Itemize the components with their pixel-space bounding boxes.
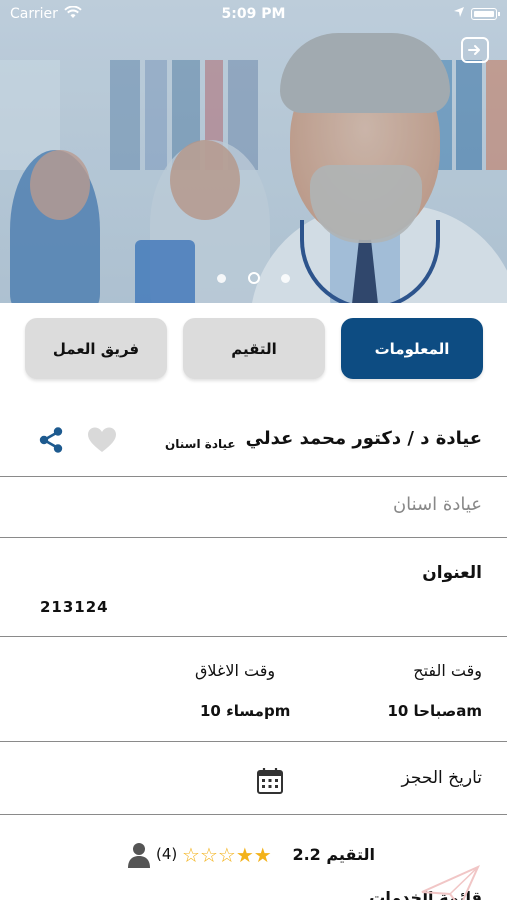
share-icon[interactable] — [38, 426, 64, 458]
rating-stars: ★ ★ ☆ ☆ ☆ — [182, 844, 272, 866]
star-filled-icon: ★ — [235, 843, 254, 867]
tab-team[interactable]: فريق العمل — [25, 318, 167, 379]
carousel-dot-3[interactable] — [281, 274, 290, 283]
star-filled-icon: ★ — [253, 843, 272, 867]
section-tabs: المعلومات التقيم فريق العمل — [25, 318, 483, 380]
star-empty-icon: ☆ — [182, 843, 200, 867]
calendar-icon[interactable] — [256, 767, 284, 799]
arrow-right-icon — [468, 45, 480, 55]
clinic-title: عيادة د / دكتور محمد عدلي — [245, 428, 482, 449]
hero-image-carousel[interactable] — [0, 0, 507, 303]
carousel-dot-2[interactable] — [248, 272, 260, 284]
opening-time-label: وقت الفتح — [413, 661, 482, 680]
divider — [0, 814, 507, 815]
divider — [0, 741, 507, 742]
rating-count: (4) — [156, 845, 178, 863]
closing-time-label: وقت الاغلاق — [195, 661, 276, 680]
opening-time-value: صباحا 10am — [387, 702, 482, 720]
exit-button[interactable] — [461, 37, 489, 63]
paper-plane-watermark-icon — [421, 865, 480, 900]
star-empty-icon: ☆ — [199, 843, 218, 867]
clinic-specialty: عيادة اسنان — [392, 494, 482, 515]
tab-rating[interactable]: التقيم — [183, 318, 325, 379]
carousel-pagination[interactable] — [0, 272, 507, 286]
clinic-type-label: عيادة اسنان — [165, 437, 236, 451]
carousel-dot-1[interactable] — [217, 274, 226, 283]
divider — [0, 537, 507, 538]
status-bar: Carrier 5:09 PM — [0, 0, 507, 28]
address-value: 213124 — [40, 598, 109, 616]
closing-time-value: مساء 10pm — [200, 702, 291, 720]
heart-icon[interactable] — [87, 426, 117, 458]
rating-label: التقيم 2.2 — [292, 845, 375, 864]
tab-info[interactable]: المعلومات — [341, 318, 483, 379]
battery-icon — [471, 8, 500, 20]
clinic-header: عيادة د / دكتور محمد عدلي عيادة اسنان — [0, 418, 507, 466]
divider — [0, 476, 507, 477]
divider — [0, 636, 507, 637]
status-time: 5:09 PM — [221, 6, 286, 22]
user-icon — [128, 842, 150, 872]
booking-date-label: تاريخ الحجز — [401, 768, 482, 788]
star-empty-icon: ☆ — [217, 843, 236, 867]
address-label: العنوان — [422, 563, 482, 583]
